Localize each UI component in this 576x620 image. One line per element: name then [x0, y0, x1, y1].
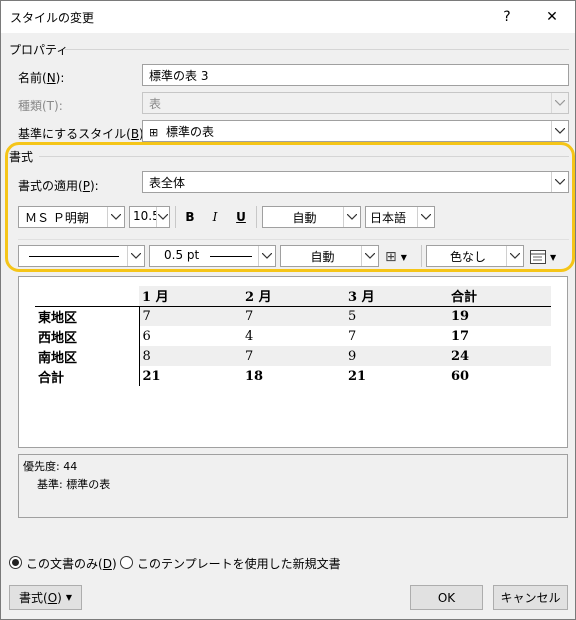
base-style-label: 基準にするスタイル(B):	[18, 127, 148, 141]
table-cell: 8	[138, 346, 242, 366]
based-on-text: 基準: 標準の表	[37, 478, 111, 491]
style-description: 優先度: 44 基準: 標準の表	[18, 454, 568, 518]
properties-header: プロパティ	[9, 43, 69, 57]
table-cell: 合計	[448, 286, 551, 306]
format-section-highlight	[5, 142, 575, 272]
title-bar: スタイルの変更 ? ✕	[1, 1, 575, 33]
table-cell: 3 月	[345, 286, 448, 306]
ok-button[interactable]: OK	[410, 585, 483, 610]
preview-table: 1 月 2 月 3 月 合計 東地区 7 7 5 19 西地区 6 4 7 17…	[35, 286, 551, 386]
format-button-label: 書式(O)	[19, 591, 62, 605]
format-menu-button[interactable]: 書式(O) ▼	[9, 585, 82, 610]
style-preview: 1 月 2 月 3 月 合計 東地区 7 7 5 19 西地区 6 4 7 17…	[18, 276, 568, 448]
dialog-title: スタイルの変更	[10, 11, 95, 25]
chevron-down-icon	[551, 121, 568, 141]
name-input[interactable]: 標準の表 3	[142, 64, 569, 86]
table-cell: 5	[345, 306, 448, 326]
table-cell: 21	[348, 368, 367, 384]
this-document-label: この文書のみ(D)	[26, 557, 117, 571]
table-cell: 60	[451, 368, 470, 384]
new-documents-label: このテンプレートを使用した新規文書	[137, 557, 341, 571]
table-cell: 合計	[38, 370, 65, 386]
table-cell: 18	[245, 368, 264, 384]
table-cell: 7	[242, 346, 345, 366]
table-row: 南地区 8 7 9 24	[35, 346, 551, 366]
table-cell: 7	[138, 306, 242, 326]
this-document-radio[interactable]	[9, 556, 22, 569]
table-cell: 6	[138, 326, 242, 346]
table-cell: 9	[345, 346, 448, 366]
table-cell: 21	[138, 366, 242, 386]
table-cell: 4	[245, 328, 254, 344]
help-button[interactable]: ?	[487, 1, 527, 33]
table-cell: 17	[451, 328, 470, 344]
table-cell	[35, 286, 139, 306]
chevron-down-icon	[551, 93, 568, 113]
priority-text: 優先度: 44	[23, 460, 78, 473]
close-button[interactable]: ✕	[532, 1, 572, 33]
table-cell: 西地区	[38, 330, 78, 346]
base-style-value: 標準の表	[166, 125, 215, 139]
table-row: 合計 21 18 21 60	[35, 366, 551, 386]
base-style-select[interactable]: ⊞ 標準の表	[142, 120, 569, 142]
name-label: 名前(N):	[18, 71, 65, 85]
table-row: 西地区 6 4 7 17	[35, 326, 551, 346]
table-cell: 南地区	[38, 350, 78, 366]
table-cell: 1 月	[139, 286, 242, 306]
table-cell: 19	[448, 306, 551, 326]
cancel-button[interactable]: キャンセル	[493, 585, 568, 610]
table-cell: 24	[448, 346, 551, 366]
table-cell: 東地区	[38, 310, 78, 326]
type-label: 種類(T):	[18, 99, 63, 113]
type-value: 表	[149, 97, 162, 111]
properties-divider	[65, 49, 569, 50]
table-cell: 2 月	[242, 286, 345, 306]
type-select[interactable]: 表	[142, 92, 569, 114]
caret-down-icon: ▼	[65, 593, 72, 602]
table-cell: 7	[348, 328, 357, 344]
table-row: 東地区 7 7 5 19	[35, 306, 551, 326]
modify-style-dialog: スタイルの変更 ? ✕ プロパティ 名前(N): 標準の表 3 種類(T): 表…	[0, 0, 576, 620]
new-documents-radio[interactable]	[120, 556, 133, 569]
table-cell: 7	[242, 306, 345, 326]
table-icon: ⊞	[149, 126, 159, 139]
table-row: 1 月 2 月 3 月 合計	[35, 286, 551, 306]
